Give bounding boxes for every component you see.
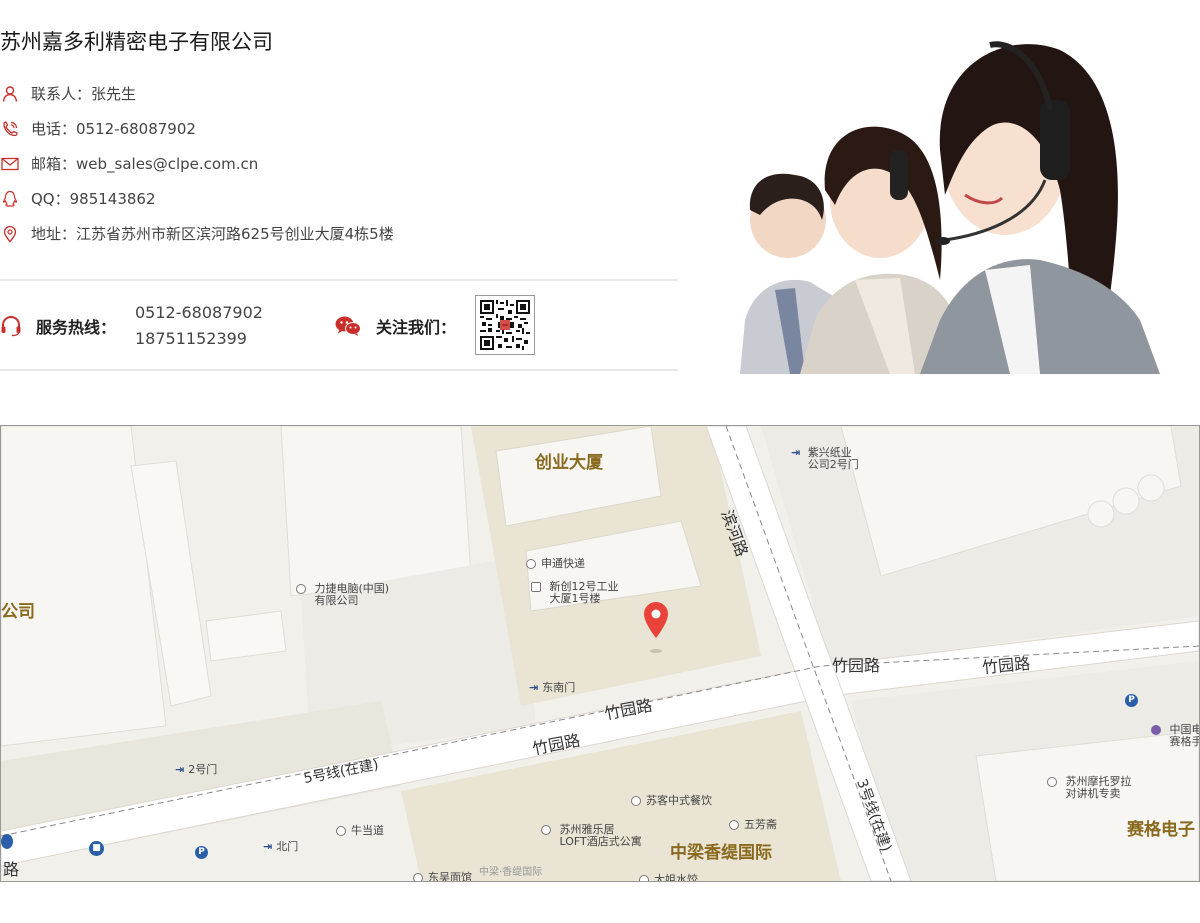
map-poi[interactable]: 中国电 赛格手 <box>1151 724 1199 748</box>
map-label-building: 中梁香缇国际 <box>670 843 772 863</box>
envelope-icon <box>0 154 20 174</box>
hotline-block: 服务热线： <box>0 314 116 338</box>
map-poi[interactable]: 五芳斋 <box>729 819 777 831</box>
map-road-label: 路 <box>3 860 20 879</box>
hotline-numbers: 0512-68087902 18751152399 <box>135 300 263 352</box>
email-row: 邮箱：web_sales@clpe.com.cn <box>0 146 394 181</box>
follow-label: 关注我们： <box>376 318 457 337</box>
map-poi-small: 中梁·香缇国际 <box>479 867 543 878</box>
customer-service-photo <box>740 20 1200 374</box>
building-icon <box>531 582 541 592</box>
contact-person-text: 联系人：张先生 <box>31 85 137 103</box>
qq-text: QQ：985143862 <box>31 190 156 208</box>
map-label-building: 创业大厦 <box>535 453 603 473</box>
follow-block: 关注我们： <box>334 314 456 338</box>
qq-row: QQ：985143862 <box>0 181 394 216</box>
divider-bottom <box>0 369 678 371</box>
headset-icon <box>1 316 21 337</box>
map-poi[interactable]: 申通快递 <box>526 558 585 570</box>
location-pin-icon <box>0 224 20 244</box>
map-poi[interactable]: 牛当道 <box>336 825 384 837</box>
map-poi[interactable]: 苏客中式餐饮 <box>631 795 712 807</box>
map-poi[interactable]: 苏州雅乐居 LOFT酒店式公寓 <box>541 824 642 848</box>
poi-dot-icon <box>296 584 306 594</box>
parking-icon[interactable]: P <box>1125 694 1138 707</box>
gate-icon: ⇥ <box>175 763 185 776</box>
poi-dot-icon <box>526 559 536 569</box>
contact-person-row: 联系人：张先生 <box>0 76 394 111</box>
parking-icon[interactable]: P <box>195 846 208 859</box>
map-road-label: 竹园路 <box>981 653 1031 678</box>
phone-icon <box>0 119 20 139</box>
gate-icon: ⇥ <box>529 681 539 694</box>
map-label-building: 赛格电子 <box>1127 820 1195 840</box>
poi-dot-icon <box>336 826 346 836</box>
poi-dot-icon <box>413 873 423 881</box>
map-poi[interactable]: 力捷电脑(中国) 有限公司 <box>296 583 389 607</box>
email-text: 邮箱：web_sales@clpe.com.cn <box>31 155 259 173</box>
map-road-label: 竹园路 <box>832 656 881 675</box>
phone-row: 电话：0512-68087902 <box>0 111 394 146</box>
person-icon <box>0 84 20 104</box>
poi-dot-icon <box>631 796 641 806</box>
location-pin-icon[interactable] <box>644 614 670 654</box>
hotline-number[interactable]: 18751152399 <box>135 326 263 352</box>
map-poi[interactable]: ⇥ 东南门 <box>529 682 575 694</box>
map-poi[interactable]: ⇥ 紫兴纸业 公司2号门 <box>791 447 859 471</box>
wechat-qr-code[interactable] <box>475 295 535 355</box>
map-poi[interactable]: 东吴面馆 <box>413 872 472 881</box>
qq-penguin-icon <box>0 189 20 209</box>
map-label-building: 公司 <box>1 602 35 622</box>
hotline-number[interactable]: 0512-68087902 <box>135 300 263 326</box>
hotline-label: 服务热线： <box>36 318 117 337</box>
poi-dot-icon <box>729 820 739 830</box>
address-text: 地址：江苏省苏州市新区滨河路625号创业大厦4栋5楼 <box>31 225 394 243</box>
gate-icon: ⇥ <box>791 446 801 459</box>
shop-icon <box>1151 725 1161 735</box>
poi-dot-icon <box>639 875 649 881</box>
gate-icon: ⇥ <box>263 840 273 853</box>
bus-stop-icon[interactable] <box>1 834 13 849</box>
wechat-icon[interactable] <box>334 315 362 337</box>
phone-text: 电话：0512-68087902 <box>31 120 196 138</box>
bus-stop-icon[interactable]: ■ <box>89 841 104 856</box>
divider-top <box>0 279 678 281</box>
map-poi[interactable]: 苏州摩托罗拉 对讲机专卖 <box>1047 776 1132 800</box>
location-map[interactable]: 创业大厦 中梁香缇国际 赛格电子 公司 滨河路 竹园路 竹园路 竹园路 竹园路 … <box>0 425 1200 882</box>
map-poi[interactable]: 大姐水饺 <box>639 874 698 881</box>
poi-dot-icon <box>1047 777 1057 787</box>
map-poi[interactable]: ⇥ 2号门 <box>175 764 217 776</box>
address-row: 地址：江苏省苏州市新区滨河路625号创业大厦4栋5楼 <box>0 216 394 251</box>
map-poi[interactable]: ⇥ 北门 <box>263 841 298 853</box>
company-name: 苏州嘉多利精密电子有限公司 <box>0 30 273 54</box>
map-poi[interactable]: 新创12号工业 大厦1号楼 <box>531 581 619 605</box>
contact-info-list: 联系人：张先生 电话：0512-68087902 邮箱：web_sales@cl… <box>0 76 394 251</box>
hotel-icon <box>541 825 551 835</box>
